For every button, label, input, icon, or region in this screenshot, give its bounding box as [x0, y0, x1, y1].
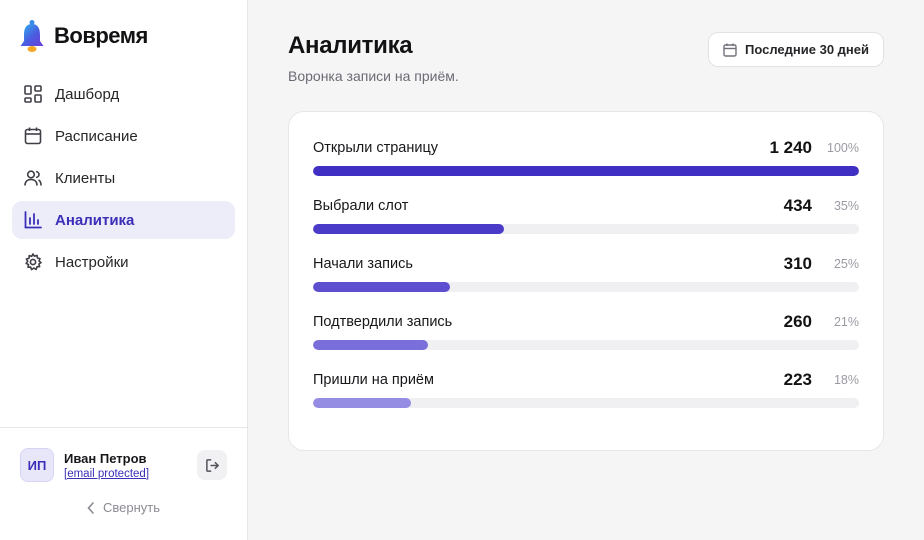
collapse-label: Свернуть — [102, 500, 160, 515]
funnel-step-label: Пришли на приём — [313, 372, 434, 388]
sidebar-item-settings[interactable]: Настройки — [12, 243, 235, 281]
period-select-button[interactable]: Последние 30 дней — [708, 32, 884, 67]
dashboard-icon — [24, 85, 42, 103]
funnel-step-value: 434 — [783, 196, 812, 215]
calendar-icon — [723, 43, 737, 57]
page-subtitle: Воронка записи на приём. — [288, 68, 459, 84]
funnel-step-value: 223 — [783, 370, 812, 389]
funnel-list: Открыли страницу 1 240 100% Выбрали слот… — [313, 136, 859, 426]
app-root: Вовремя Дашборд Расписание Клиенты Анали… — [0, 0, 924, 540]
sidebar-item-label: Клиенты — [55, 169, 116, 187]
chevron-left-icon — [87, 501, 94, 514]
user-email-link[interactable]: [email protected] — [64, 468, 197, 480]
funnel-row: Пришли на приём 223 18% — [313, 368, 859, 426]
funnel-step-label: Выбрали слот — [313, 198, 409, 214]
sidebar: Вовремя Дашборд Расписание Клиенты Анали… — [0, 0, 248, 540]
funnel-step-percent: 100% — [827, 141, 859, 155]
brand-logo[interactable]: Вовремя — [0, 0, 247, 72]
progress-fill — [313, 282, 450, 292]
funnel-step-label: Открыли страницу — [313, 140, 439, 156]
funnel-step-percent: 25% — [833, 257, 859, 271]
sidebar-footer: ИП Иван Петров [email protected] Свернут… — [0, 427, 247, 540]
users-icon — [24, 169, 42, 187]
calendar-icon — [24, 127, 42, 145]
funnel-step-label: Подтвердили запись — [313, 314, 453, 330]
sidebar-item-label: Аналитика — [55, 211, 135, 229]
user-info: Иван Петров [email protected] — [64, 451, 197, 480]
sidebar-item-clients[interactable]: Клиенты — [12, 159, 235, 197]
main-content: Аналитика Воронка записи на приём. После… — [248, 0, 924, 540]
progress-fill — [313, 224, 505, 234]
avatar[interactable]: ИП — [20, 448, 54, 482]
logout-icon — [205, 458, 220, 473]
progress-fill — [313, 340, 428, 350]
sidebar-item-dashboard[interactable]: Дашборд — [12, 75, 235, 113]
sidebar-item-label: Расписание — [55, 127, 138, 145]
progress-track — [313, 166, 859, 176]
progress-track — [313, 224, 859, 234]
brand-name: Вовремя — [54, 23, 148, 48]
funnel-step-value: 260 — [783, 312, 812, 331]
funnel-row: Выбрали слот 434 35% — [313, 194, 859, 252]
user-profile: ИП Иван Петров [email protected] — [0, 428, 247, 482]
logout-button[interactable] — [197, 450, 227, 480]
progress-fill — [313, 166, 859, 176]
sidebar-item-schedule[interactable]: Расписание — [12, 117, 235, 155]
bell-icon — [18, 19, 46, 53]
user-name: Иван Петров — [64, 450, 147, 466]
sidebar-item-label: Настройки — [55, 253, 129, 271]
sidebar-item-analytics[interactable]: Аналитика — [12, 201, 235, 239]
funnel-row: Подтвердили запись 260 21% — [313, 310, 859, 368]
progress-fill — [313, 398, 412, 408]
collapse-sidebar-button[interactable]: Свернуть — [0, 500, 247, 515]
funnel-step-percent: 35% — [833, 199, 859, 213]
funnel-step-label: Начали запись — [313, 256, 413, 272]
sidebar-nav: Дашборд Расписание Клиенты Аналитика Нас… — [0, 72, 247, 281]
sidebar-item-label: Дашборд — [55, 85, 120, 103]
funnel-card: Открыли страницу 1 240 100% Выбрали слот… — [288, 111, 884, 451]
funnel-step-value: 310 — [783, 254, 812, 273]
progress-track — [313, 398, 859, 408]
funnel-step-value: 1 240 — [769, 138, 812, 157]
funnel-step-percent: 18% — [833, 373, 859, 387]
period-label: Последние 30 дней — [745, 42, 869, 57]
progress-track — [313, 282, 859, 292]
progress-track — [313, 340, 859, 350]
chart-icon — [24, 211, 42, 229]
funnel-row: Начали запись 310 25% — [313, 252, 859, 310]
gear-icon — [24, 253, 42, 271]
funnel-row: Открыли страницу 1 240 100% — [313, 136, 859, 194]
funnel-step-percent: 21% — [833, 315, 859, 329]
